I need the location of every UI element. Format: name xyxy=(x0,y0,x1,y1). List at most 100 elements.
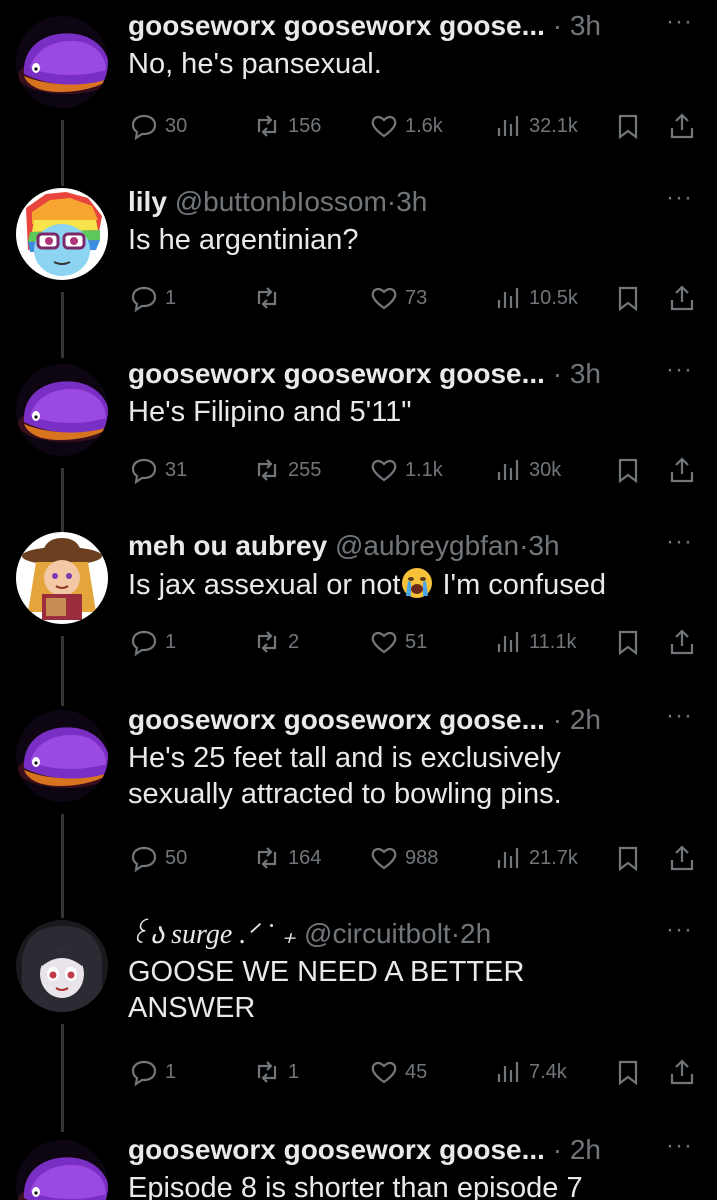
reply-count: 31 xyxy=(165,458,188,481)
bookmark-button[interactable] xyxy=(614,280,642,316)
reply-icon xyxy=(131,286,157,312)
author-name[interactable]: lily xyxy=(128,186,167,217)
share-button[interactable] xyxy=(668,1054,696,1090)
tweet[interactable]: gooseworx gooseworx goose... · 3h ··· He… xyxy=(0,356,717,534)
retweet-count: 2 xyxy=(288,630,300,653)
reply-button[interactable]: 31 xyxy=(130,452,187,488)
bookmark-icon xyxy=(618,458,638,484)
heart-icon xyxy=(371,631,397,654)
tweet[interactable]: gooseworx gooseworx goose... · 2h ··· Ep… xyxy=(0,1132,717,1200)
bookmark-button[interactable] xyxy=(614,840,642,876)
timestamp[interactable]: 3h xyxy=(528,530,559,561)
purple-goose-avatar[interactable] xyxy=(16,710,108,802)
like-button[interactable]: 1.6k xyxy=(370,108,443,144)
separator-dot: · xyxy=(552,358,563,389)
tweet-text: Is he argentinian? xyxy=(128,224,359,256)
more-options-icon[interactable]: ··· xyxy=(666,918,693,942)
author-name[interactable]: meh ou aubrey xyxy=(128,530,327,561)
bookmark-button[interactable] xyxy=(614,452,642,488)
views-button[interactable]: 11.1k xyxy=(494,624,576,660)
cowboy-girl-avatar[interactable] xyxy=(16,532,108,624)
retweet-button[interactable]: 2 xyxy=(253,624,299,660)
reply-button[interactable]: 1 xyxy=(130,1054,176,1090)
share-button[interactable] xyxy=(668,624,696,660)
author-name[interactable]: ꒰ა surge .ᐟ ˙ ₊ xyxy=(128,919,296,950)
like-button[interactable]: 51 xyxy=(370,624,427,660)
retweet-button[interactable]: 255 xyxy=(253,452,321,488)
tweet-text: He's 25 feet tall and is exclusively sex… xyxy=(128,742,562,810)
tweet-text: He's Filipino and 5'11" xyxy=(128,396,412,428)
more-options-icon[interactable]: ··· xyxy=(666,358,693,382)
heart-icon xyxy=(371,847,397,870)
bookmark-button[interactable] xyxy=(614,624,642,660)
tweet[interactable]: gooseworx gooseworx goose... · 3h ··· No… xyxy=(0,8,717,186)
reply-button[interactable]: 30 xyxy=(130,108,187,144)
tweet-text: No, he's pansexual. xyxy=(128,48,382,80)
purple-goose-avatar[interactable] xyxy=(16,1140,108,1200)
share-icon xyxy=(670,629,694,655)
reply-icon xyxy=(131,114,157,140)
tweet-text: Is jax assexual or not I'm confused xyxy=(128,566,688,603)
views-button[interactable]: 30k xyxy=(494,452,561,488)
views-icon xyxy=(497,460,519,480)
timestamp[interactable]: 3h xyxy=(396,186,427,217)
timestamp[interactable]: 3h xyxy=(570,358,601,389)
retweet-button[interactable]: 164 xyxy=(253,840,321,876)
rainbow-pony-avatar[interactable] xyxy=(16,188,108,280)
retweet-button[interactable] xyxy=(253,280,288,316)
tweet[interactable]: lily @buttonbIossom·3h ··· Is he argenti… xyxy=(0,184,717,358)
like-button[interactable]: 988 xyxy=(370,840,438,876)
more-options-icon[interactable]: ··· xyxy=(666,10,693,34)
like-button[interactable]: 45 xyxy=(370,1054,427,1090)
reply-button[interactable]: 50 xyxy=(130,840,187,876)
reply-count: 50 xyxy=(165,846,188,869)
views-icon xyxy=(497,288,519,308)
anime-girl-avatar[interactable] xyxy=(16,920,108,1012)
retweet-button[interactable]: 156 xyxy=(253,108,321,144)
author-name[interactable]: gooseworx gooseworx goose... xyxy=(128,358,545,389)
action-bar: 1 73 10.5k xyxy=(128,280,697,316)
tweet[interactable]: gooseworx gooseworx goose... · 2h ··· He… xyxy=(0,702,717,918)
retweet-count: 255 xyxy=(288,458,322,481)
share-button[interactable] xyxy=(668,840,696,876)
bookmark-button[interactable] xyxy=(614,108,642,144)
tweet[interactable]: ꒰ა surge .ᐟ ˙ ₊ @circuitbolt·2h ··· GOOS… xyxy=(0,916,717,1132)
timestamp[interactable]: 2h xyxy=(570,1134,601,1165)
author-name[interactable]: gooseworx gooseworx goose... xyxy=(128,10,545,41)
more-options-icon[interactable]: ··· xyxy=(666,1134,693,1158)
tweet[interactable]: meh ou aubrey @aubreygbfan·3h ··· Is jax… xyxy=(0,528,717,706)
views-count: 32.1k xyxy=(529,114,578,137)
purple-goose-avatar[interactable] xyxy=(16,364,108,456)
tweet-text: GOOSE WE NEED A BETTER ANSWER xyxy=(128,956,525,1024)
views-button[interactable]: 7.4k xyxy=(494,1054,567,1090)
author-handle[interactable]: @buttonbIossom xyxy=(175,186,387,217)
more-options-icon[interactable]: ··· xyxy=(666,704,693,728)
share-button[interactable] xyxy=(668,452,696,488)
heart-icon xyxy=(371,115,397,138)
more-options-icon[interactable]: ··· xyxy=(666,186,693,210)
share-button[interactable] xyxy=(668,108,696,144)
share-button[interactable] xyxy=(668,280,696,316)
views-button[interactable]: 10.5k xyxy=(494,280,578,316)
timestamp[interactable]: 2h xyxy=(570,704,601,735)
reply-button[interactable]: 1 xyxy=(130,280,176,316)
like-button[interactable]: 73 xyxy=(370,280,427,316)
bookmark-button[interactable] xyxy=(614,1054,642,1090)
author-handle[interactable]: @circuitbolt xyxy=(304,918,451,949)
timestamp[interactable]: 2h xyxy=(460,918,491,949)
retweet-button[interactable]: 1 xyxy=(253,1054,299,1090)
action-bar: 1 1 45 7.4k xyxy=(128,1054,697,1090)
like-button[interactable]: 1.1k xyxy=(370,452,443,488)
views-button[interactable]: 32.1k xyxy=(494,108,578,144)
more-options-icon[interactable]: ··· xyxy=(666,530,693,554)
reply-button[interactable]: 1 xyxy=(130,624,176,660)
purple-goose-avatar[interactable] xyxy=(16,16,108,108)
reply-icon xyxy=(131,1060,157,1086)
author-handle[interactable]: @aubreygbfan xyxy=(335,530,519,561)
separator-dot: · xyxy=(519,530,529,561)
heart-icon xyxy=(371,287,397,310)
views-button[interactable]: 21.7k xyxy=(494,840,578,876)
author-name[interactable]: gooseworx gooseworx goose... xyxy=(128,704,545,735)
author-name[interactable]: gooseworx gooseworx goose... xyxy=(128,1134,545,1165)
timestamp[interactable]: 3h xyxy=(570,10,601,41)
